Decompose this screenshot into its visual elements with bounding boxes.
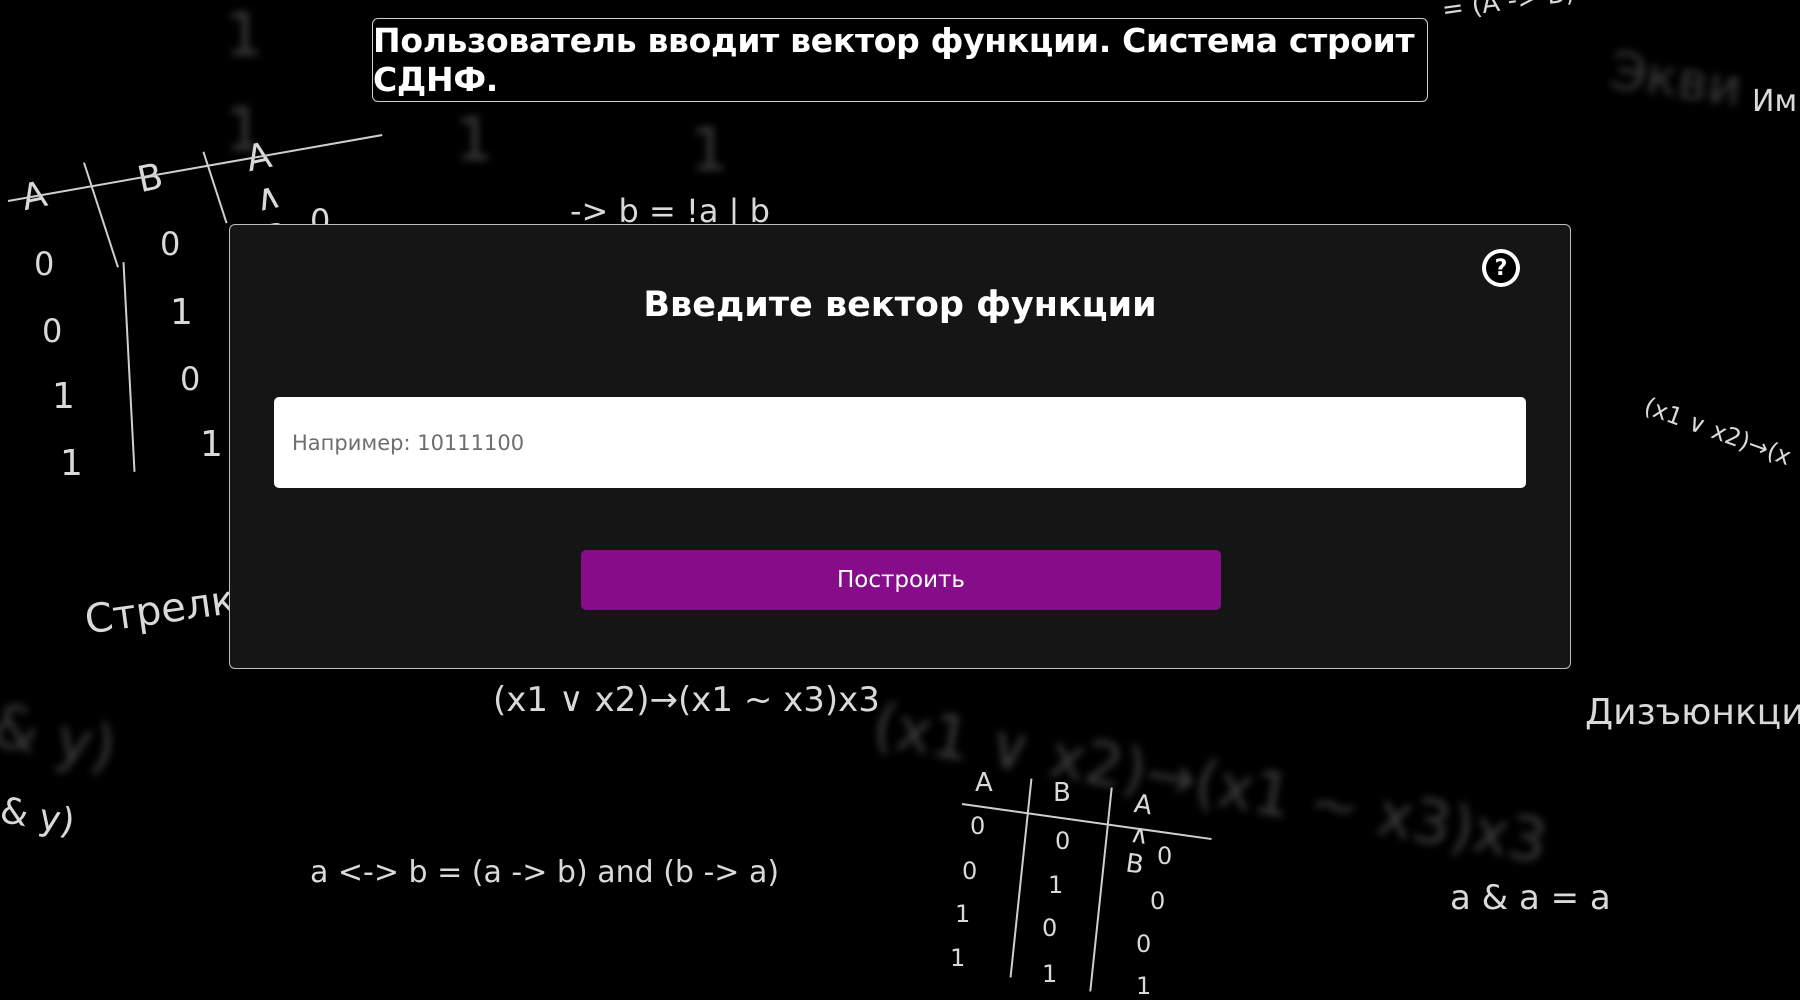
bg-formula-left-blur: & y) xyxy=(0,690,123,785)
table-cell: 0 xyxy=(1042,914,1058,942)
table-cell: 0 xyxy=(42,312,63,350)
blurred-digit: 1 xyxy=(690,115,729,185)
table-cell: 1 xyxy=(955,900,971,928)
table-header: A xyxy=(975,768,993,798)
task-description-text: Пользователь вводит вектор функции. Сист… xyxy=(373,21,1415,99)
bg-formula-blur: (x1 ∨ x2)→(x1 ~ x3)x3 xyxy=(867,690,1553,878)
table-cell: 1 xyxy=(200,424,223,465)
bg-formula-center: (x1 ∨ x2)→(x1 ~ x3)x3 xyxy=(493,680,880,720)
table-cell: 1 xyxy=(1136,972,1152,1000)
blurred-digit: 1 xyxy=(225,0,264,70)
table-cell: 1 xyxy=(60,443,83,484)
table-cell: 0 xyxy=(1055,827,1071,855)
table-rule xyxy=(1009,778,1033,978)
table-rule xyxy=(83,162,119,268)
bg-formula-implication: = (A -> B) a xyxy=(1440,0,1600,26)
bg-formula-right: (x1 ∨ x2)→(x xyxy=(1640,392,1795,472)
bg-word-disjunction: Дизъюнкция xyxy=(1585,692,1800,733)
bg-formula-equivalence: a <-> b = (a -> b) and (b -> a) xyxy=(310,855,780,890)
task-description-banner: Пользователь вводит вектор функции. Сист… xyxy=(372,18,1428,102)
table-cell: 0 xyxy=(1150,887,1166,915)
table-cell: 0 xyxy=(962,857,978,885)
table-cell: 1 xyxy=(1048,871,1064,899)
help-button[interactable]: ? xyxy=(1482,249,1520,287)
table-cell: 1 xyxy=(1042,960,1058,988)
table-cell: 0 xyxy=(34,245,55,283)
build-button[interactable]: Построить xyxy=(581,550,1221,610)
table-rule xyxy=(7,134,383,202)
function-vector-input[interactable] xyxy=(274,397,1526,488)
table-cell: 0 xyxy=(180,360,201,398)
table-header: B xyxy=(1053,778,1071,808)
bg-formula-idempotence: a & a = a xyxy=(1450,878,1611,918)
table-cell: 0 xyxy=(1136,930,1152,958)
question-mark-icon: ? xyxy=(1486,253,1516,283)
bg-formula-left: & y) xyxy=(0,790,78,844)
table-cell: 0 xyxy=(1157,842,1173,870)
table-cell: 1 xyxy=(52,376,75,417)
table-rule xyxy=(122,262,136,472)
blurred-digit: 1 xyxy=(455,105,494,175)
vector-input-dialog: ? Введите вектор функции Построить xyxy=(229,224,1571,669)
table-cell: 0 xyxy=(970,812,986,840)
dialog-title: Введите вектор функции xyxy=(643,285,1157,325)
table-cell: 0 xyxy=(160,225,181,263)
table-cell: 1 xyxy=(170,292,193,333)
bg-word-im: Им xyxy=(1752,84,1798,119)
table-rule xyxy=(1089,787,1113,992)
bg-blur-word: Экви xyxy=(1606,41,1746,119)
bg-word-arrow: Стрелк xyxy=(82,576,238,644)
table-cell: 1 xyxy=(950,944,966,972)
